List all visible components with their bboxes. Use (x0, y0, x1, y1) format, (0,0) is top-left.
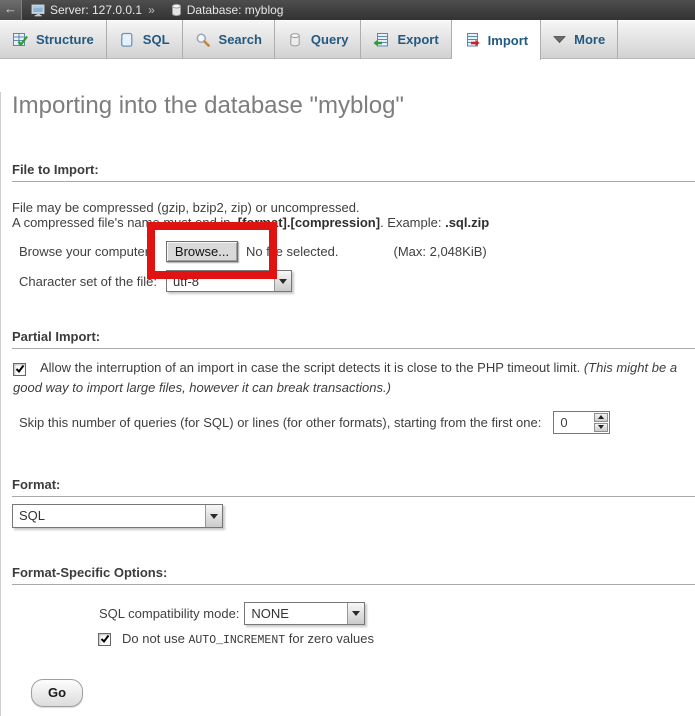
dropdown-arrow-icon[interactable] (274, 271, 291, 291)
stepper-buttons (593, 412, 609, 433)
import-icon (464, 32, 480, 48)
skip-count-value: 0 (554, 412, 593, 433)
page-title: Importing into the database "myblog" (12, 92, 695, 120)
dropdown-arrow-icon[interactable] (347, 603, 364, 624)
tab-label: Export (397, 32, 438, 47)
max-size-note: (Max: 2,048KiB) (394, 244, 487, 259)
breadcrumb-bar: ← Server: 127.0.0.1 » Database: myblog (0, 0, 695, 20)
compression-info-line2: A compressed file's name must end in .[f… (12, 215, 695, 230)
export-icon (373, 32, 389, 48)
structure-icon (12, 32, 28, 48)
skip-row: Skip this number of queries (for SQL) or… (1, 409, 695, 435)
tab-bar: Structure SQL Search Query (0, 20, 695, 59)
tab-search[interactable]: Search (183, 20, 275, 59)
back-arrow-button[interactable]: ← (0, 0, 22, 20)
line2-prefix: A compressed file's name must end in (12, 215, 234, 230)
dropdown-arrow-icon[interactable] (205, 505, 222, 527)
breadcrumb-server[interactable]: Server: 127.0.0.1 (50, 3, 142, 17)
search-icon (195, 32, 211, 48)
tab-label: More (574, 32, 605, 47)
browse-label: Browse your computer: (19, 244, 166, 259)
tab-label: Structure (36, 32, 94, 47)
tab-label: Query (311, 32, 349, 47)
compression-info-line1: File may be compressed (gzip, bzip2, zip… (12, 200, 695, 215)
file-status: No file selected. (246, 244, 339, 259)
browse-row: Browse your computer: Browse... No file … (1, 238, 695, 264)
format-select-value: SQL (13, 505, 205, 527)
section-heading-partial-import: Partial Import: (12, 329, 695, 349)
tab-export[interactable]: Export (361, 20, 451, 59)
charset-label: Character set of the file: (19, 274, 166, 289)
browse-button[interactable]: Browse... (166, 241, 238, 262)
sql-icon (119, 32, 135, 48)
stepper-up-icon[interactable] (594, 413, 608, 422)
sql-compatibility-value: NONE (245, 603, 347, 624)
chevron-down-icon (553, 35, 566, 44)
checkmark-icon (15, 364, 25, 374)
zero-values-checkbox[interactable] (98, 633, 111, 646)
skip-count-stepper[interactable]: 0 (553, 411, 610, 434)
tab-label: SQL (143, 32, 170, 47)
format-select-row: SQL (1, 504, 695, 528)
zero-code: AUTO_INCREMENT (189, 634, 286, 647)
query-icon (287, 32, 303, 48)
sql-compatibility-label: SQL compatibility mode: (99, 606, 239, 621)
zero-suffix: for zero values (285, 631, 374, 646)
tab-label: Search (219, 32, 262, 47)
section-heading-format: Format: (12, 477, 695, 497)
tab-label: Import (488, 33, 528, 48)
tab-more[interactable]: More (541, 20, 618, 59)
tab-structure[interactable]: Structure (0, 20, 107, 59)
section-heading-file-to-import: File to Import: (12, 162, 695, 182)
charset-row: Character set of the file: utf-8 (1, 269, 695, 293)
database-icon (170, 3, 183, 17)
tab-sql[interactable]: SQL (107, 20, 183, 59)
format-select[interactable]: SQL (12, 504, 223, 528)
server-icon (31, 3, 46, 18)
section-heading-format-specific: Format-Specific Options: (12, 565, 695, 585)
sql-compatibility-row: SQL compatibility mode: NONE (1, 601, 695, 625)
allow-interruption-text: Allow the interruption of an import in c… (40, 360, 584, 375)
go-button[interactable]: Go (31, 679, 83, 707)
line2-example-token: .sql.zip (445, 215, 489, 230)
sql-compatibility-select[interactable]: NONE (244, 602, 365, 625)
stepper-down-icon[interactable] (594, 423, 608, 432)
breadcrumb-database[interactable]: Database: myblog (187, 3, 284, 17)
charset-select-value: utf-8 (167, 271, 274, 291)
line2-format-token: .[format].[compression] (234, 215, 380, 230)
tab-import[interactable]: Import (452, 20, 541, 60)
breadcrumb-separator: » (148, 3, 155, 17)
line2-mid: . Example: (380, 215, 445, 230)
zero-prefix: Do not use (122, 631, 189, 646)
allow-interruption-checkbox[interactable] (13, 363, 26, 376)
zero-values-text: Do not use AUTO_INCREMENT for zero value… (122, 631, 374, 647)
zero-values-row: Do not use AUTO_INCREMENT for zero value… (1, 631, 695, 647)
allow-interruption-paragraph: Allow the interruption of an import in c… (12, 358, 687, 398)
checkmark-icon (100, 634, 110, 644)
charset-select[interactable]: utf-8 (166, 270, 292, 292)
skip-label: Skip this number of queries (for SQL) or… (19, 415, 541, 430)
tab-query[interactable]: Query (275, 20, 362, 59)
main-content: Importing into the database "myblog" Fil… (0, 92, 695, 716)
go-row: Go (1, 679, 695, 707)
